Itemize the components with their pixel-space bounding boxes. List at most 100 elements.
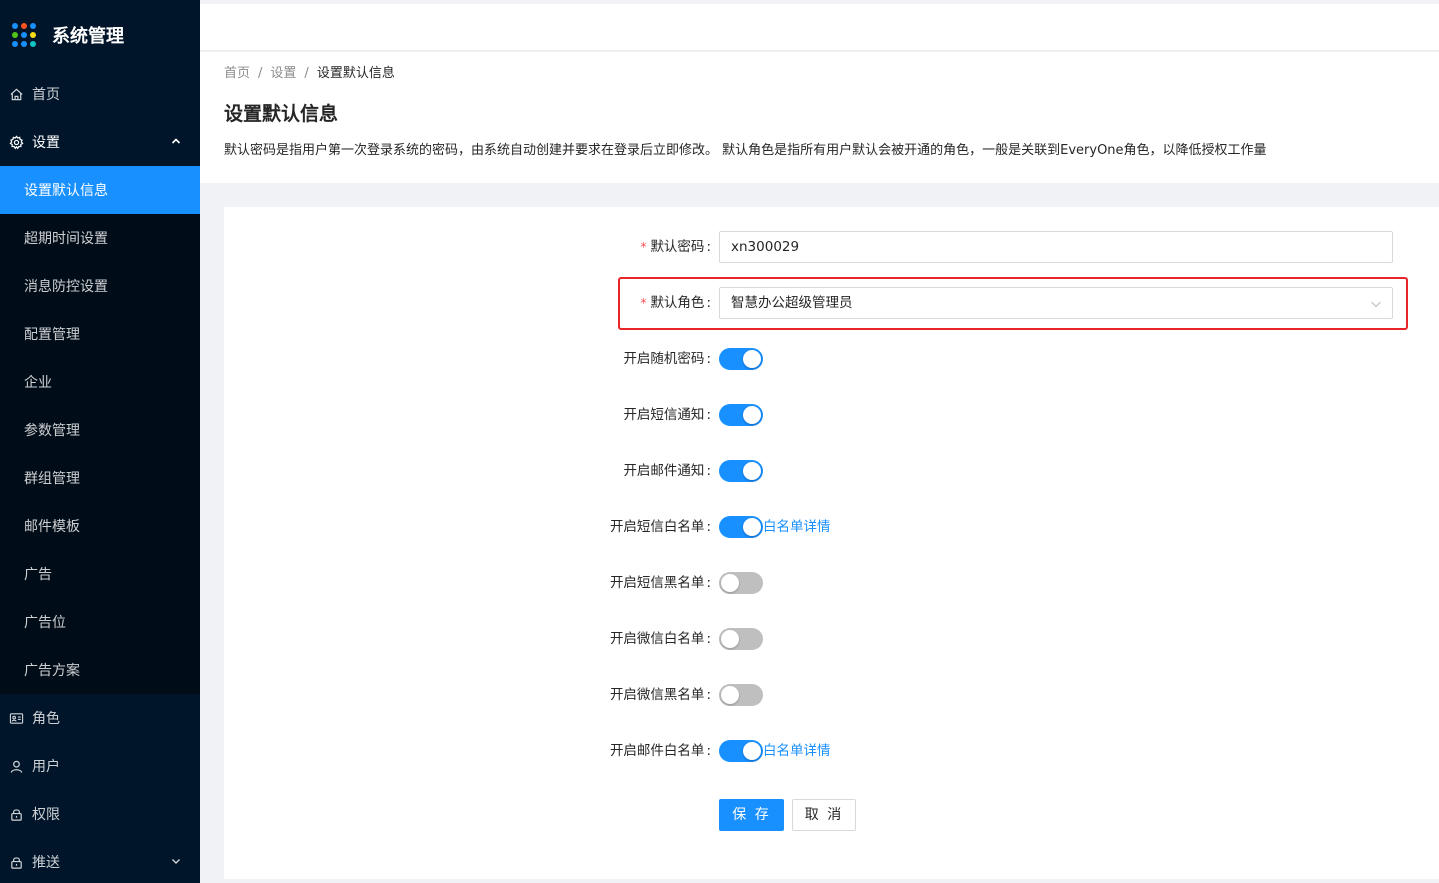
sidebar-item-label: 配置管理 — [24, 327, 80, 343]
gear-icon — [8, 134, 24, 150]
breadcrumb-settings[interactable]: 设置 — [270, 66, 296, 81]
settings-submenu: 设置默认信息 超期时间设置 消息防控设置 配置管理 企业 参数管理 群组管理 邮… — [0, 166, 200, 694]
switch-knob — [721, 686, 739, 704]
random-password-switch[interactable] — [719, 348, 763, 370]
sidebar-item-groups[interactable]: 群组管理 — [0, 454, 200, 502]
mail-notify-label: 开启邮件通知: — [623, 455, 711, 487]
sms-whitelist-details-link[interactable]: 白名单详情 — [763, 511, 831, 543]
sidebar-item-roles[interactable]: 角色 — [0, 694, 200, 742]
chevron-down-icon — [172, 859, 180, 864]
sidebar-item-users[interactable]: 用户 — [0, 742, 200, 790]
label-colon: : — [706, 631, 711, 647]
default-role-select[interactable]: 智慧办公超级管理员 — [719, 287, 1393, 319]
sidebar-item-ad-plans[interactable]: 广告方案 — [0, 646, 200, 694]
label-text: 开启微信白名单 — [609, 631, 705, 647]
switch-knob — [743, 462, 761, 480]
mail-notify-switch[interactable] — [719, 460, 763, 482]
sidebar-item-ad-slots[interactable]: 广告位 — [0, 598, 200, 646]
sidebar-item-label: 用户 — [32, 759, 60, 775]
default-role-value: 智慧办公超级管理员 — [731, 295, 853, 311]
top-header — [200, 4, 1439, 51]
sidebar-item-label: 广告 — [24, 567, 52, 583]
sidebar-item-params[interactable]: 参数管理 — [0, 406, 200, 454]
sidebar-item-message-control[interactable]: 消息防控设置 — [0, 262, 200, 310]
switch-knob — [743, 406, 761, 424]
label-colon: : — [706, 519, 711, 535]
wechat-whitelist-switch[interactable] — [719, 628, 763, 650]
label-text: 开启随机密码 — [623, 351, 705, 367]
label-text: 开启微信黑名单 — [609, 687, 705, 703]
sms-blacklist-switch[interactable] — [719, 572, 763, 594]
label-colon: : — [706, 239, 711, 255]
sidebar-item-label: 群组管理 — [24, 471, 80, 487]
label-colon: : — [706, 575, 711, 591]
form-row-wechat-blacklist: 开启微信黑名单: — [224, 679, 1439, 711]
sidebar-item-default-info[interactable]: 设置默认信息 — [0, 166, 200, 214]
form-row-password: * 默认密码: xn300029 — [224, 231, 1439, 263]
lock-icon — [8, 854, 24, 870]
lock-icon — [8, 806, 24, 822]
app-title: 系统管理 — [52, 26, 124, 47]
app-logo[interactable]: 系统管理 — [0, 0, 200, 70]
label-text: 开启短信黑名单 — [609, 575, 705, 591]
page-title: 设置默认信息 — [224, 103, 339, 125]
sidebar-item-settings[interactable]: 设置 — [0, 118, 200, 166]
sidebar-item-home[interactable]: 首页 — [0, 70, 200, 118]
form-row-sms-notify: 开启短信通知: — [224, 399, 1439, 431]
mail-notify-control — [719, 455, 763, 482]
form-row-mail-whitelist: 开启邮件白名单: 白名单详情 — [224, 735, 1439, 767]
required-mark: * — [640, 240, 647, 254]
label-colon: : — [706, 743, 711, 759]
sidebar-item-config[interactable]: 配置管理 — [0, 310, 200, 358]
sms-notify-control — [719, 399, 763, 426]
sidebar-item-permissions[interactable]: 权限 — [0, 790, 200, 838]
save-button[interactable]: 保 存 — [719, 799, 784, 831]
switch-knob — [743, 742, 761, 760]
mail-whitelist-label: 开启邮件白名单: — [610, 735, 711, 767]
sidebar-item-label: 广告方案 — [24, 663, 80, 679]
wechat-whitelist-label: 开启微信白名单: — [610, 623, 711, 655]
breadcrumb-home[interactable]: 首页 — [224, 66, 250, 81]
sidebar-item-ads[interactable]: 广告 — [0, 550, 200, 598]
chevron-up-icon — [171, 138, 181, 144]
sidebar-item-enterprise[interactable]: 企业 — [0, 358, 200, 406]
label-text: 开启短信通知 — [623, 407, 705, 423]
label-colon: : — [706, 463, 711, 479]
sms-notify-switch[interactable] — [719, 404, 763, 426]
cancel-button[interactable]: 取 消 — [792, 799, 856, 831]
random-password-control — [719, 343, 763, 370]
sms-whitelist-label: 开启短信白名单: — [610, 511, 711, 543]
label-text: 默认角色 — [650, 295, 705, 311]
wechat-blacklist-switch[interactable] — [719, 684, 763, 706]
form-row-sms-whitelist: 开启短信白名单: 白名单详情 — [224, 511, 1439, 543]
breadcrumb-current: 设置默认信息 — [316, 66, 395, 81]
breadcrumb-separator: / — [304, 66, 309, 81]
form-row-role: * 默认角色: 智慧办公超级管理员 — [224, 287, 1439, 319]
mail-whitelist-switch[interactable] — [719, 740, 763, 762]
wechat-blacklist-label: 开启微信黑名单: — [610, 679, 711, 711]
default-password-input[interactable]: xn300029 — [719, 231, 1393, 263]
page-description: 默认密码是指用户第一次登录系统的密码，由系统自动创建并要求在登录后立即修改。 默… — [224, 143, 1267, 158]
label-colon: : — [706, 687, 711, 703]
apps-grid-icon — [12, 23, 36, 47]
chevron-down-icon — [1371, 301, 1381, 308]
wechat-whitelist-control — [719, 623, 763, 650]
sidebar-item-push[interactable]: 推送 — [0, 838, 200, 883]
switch-knob — [743, 350, 761, 368]
sidebar-item-mail-template[interactable]: 邮件模板 — [0, 502, 200, 550]
sidebar-item-timeout[interactable]: 超期时间设置 — [0, 214, 200, 262]
sms-whitelist-switch[interactable] — [719, 516, 763, 538]
label-colon: : — [706, 407, 711, 423]
sms-blacklist-control — [719, 567, 763, 594]
required-mark: * — [640, 296, 647, 310]
sidebar-item-label: 角色 — [32, 711, 60, 727]
form-row-mail-notify: 开启邮件通知: — [224, 455, 1439, 487]
mail-whitelist-details-link[interactable]: 白名单详情 — [763, 735, 831, 767]
label-colon: : — [706, 295, 711, 311]
switch-knob — [721, 630, 739, 648]
settings-form-card: * 默认密码: xn300029 * 默认角色: 智慧办公超级管理员 开启随机密码:… — [224, 207, 1439, 879]
password-control: xn300029 — [719, 231, 1393, 263]
sms-blacklist-label: 开启短信黑名单: — [610, 567, 711, 599]
role-label: * 默认角色: — [640, 287, 711, 319]
sms-whitelist-control: 白名单详情 — [719, 511, 831, 543]
